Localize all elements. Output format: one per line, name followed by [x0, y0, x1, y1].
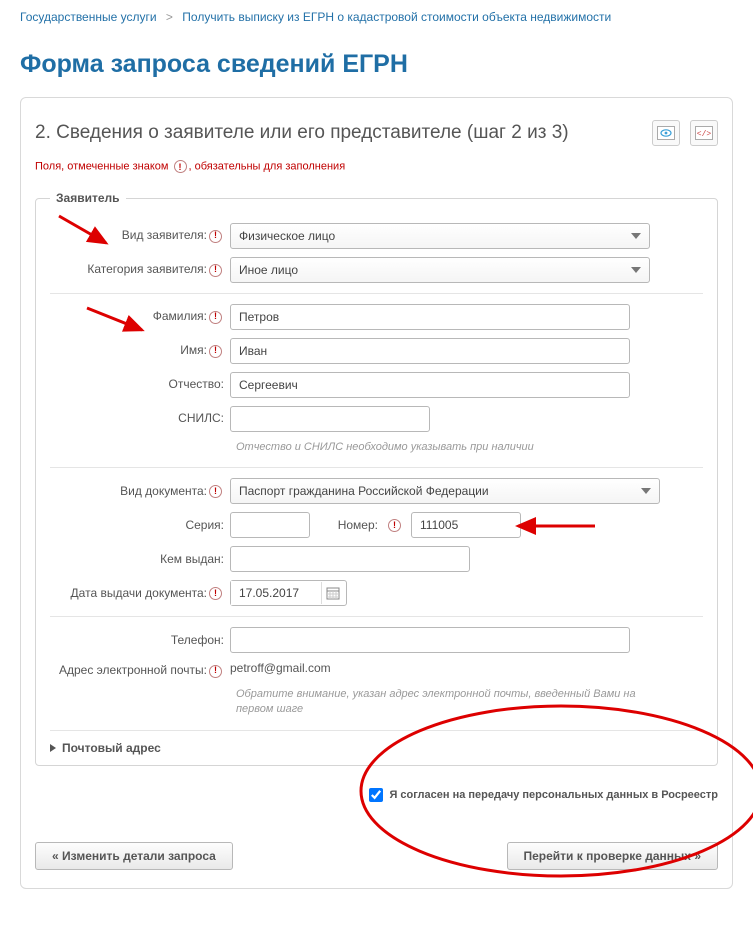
required-mark-icon: ! — [209, 264, 222, 277]
required-note-a: Поля, отмеченные знаком — [35, 160, 168, 172]
label-kind: Вид заявителя: — [122, 228, 207, 242]
breadcrumb-sep: > — [166, 10, 173, 24]
required-mark-icon: ! — [209, 311, 222, 324]
back-button-label: Изменить детали запроса — [62, 849, 216, 863]
required-note-b: , обязательны для заполнения — [189, 160, 346, 172]
label-issued-by: Кем выдан: — [160, 552, 224, 566]
label-issue-date: Дата выдачи документа: — [71, 586, 207, 600]
postal-address-expander[interactable]: Почтовый адрес — [50, 741, 703, 755]
form-card: 2. Сведения о заявителе или его представ… — [20, 97, 733, 889]
label-patronymic: Отчество: — [169, 377, 225, 391]
breadcrumb-current[interactable]: Получить выписку из ЕГРН о кадастровой с… — [182, 10, 611, 24]
divider — [50, 293, 703, 294]
fieldset-legend: Заявитель — [50, 191, 126, 205]
hint-patronymic-snils: Отчество и СНИЛС необходимо указывать пр… — [236, 440, 636, 455]
required-mark-icon: ! — [174, 160, 187, 173]
input-name[interactable] — [230, 338, 630, 364]
select-doc-kind[interactable]: Паспорт гражданина Российской Федерации — [230, 478, 660, 504]
input-issue-date-wrap — [230, 580, 347, 606]
input-surname[interactable] — [230, 304, 630, 330]
input-patronymic[interactable] — [230, 372, 630, 398]
hint-email: Обратите внимание, указан адрес электрон… — [236, 687, 636, 718]
input-phone[interactable] — [230, 627, 630, 653]
chevron-right-icon: » — [694, 849, 701, 863]
next-button-label: Перейти к проверке данных — [524, 849, 691, 863]
applicant-fieldset: Заявитель Вид заявителя:! Физическое лиц… — [35, 191, 718, 766]
next-button[interactable]: Перейти к проверке данных » — [507, 842, 719, 870]
required-mark-icon: ! — [388, 519, 401, 532]
svg-text:</>: </> — [697, 130, 712, 139]
required-mark-icon: ! — [209, 230, 222, 243]
label-email: Адрес электронной почты: — [59, 663, 207, 677]
email-value: petroff@gmail.com — [230, 661, 331, 675]
required-mark-icon: ! — [209, 665, 222, 678]
divider — [50, 616, 703, 617]
select-applicant-kind[interactable]: Физическое лицо — [230, 223, 650, 249]
input-issued-by[interactable] — [230, 546, 470, 572]
arrow-right-icon — [50, 744, 56, 752]
label-phone: Телефон: — [171, 633, 224, 647]
required-note: Поля, отмеченные знаком !, обязательны д… — [35, 160, 718, 173]
step-title: 2. Сведения о заявителе или его представ… — [35, 122, 569, 144]
back-button[interactable]: « Изменить детали запроса — [35, 842, 233, 870]
label-category: Категория заявителя: — [87, 262, 207, 276]
chevron-left-icon: « — [52, 849, 59, 863]
code-icon[interactable]: </> — [690, 120, 718, 146]
label-snils: СНИЛС: — [178, 411, 224, 425]
input-issue-date[interactable] — [231, 581, 321, 605]
label-name: Имя: — [180, 343, 207, 357]
consent-checkbox[interactable] — [369, 788, 383, 802]
breadcrumb-root[interactable]: Государственные услуги — [20, 10, 157, 24]
label-series: Серия: — [185, 518, 224, 532]
input-number[interactable] — [411, 512, 521, 538]
required-mark-icon: ! — [209, 485, 222, 498]
chevron-down-icon — [631, 267, 641, 273]
select-doc-kind-value: Паспорт гражданина Российской Федерации — [239, 484, 489, 498]
label-doc-kind: Вид документа: — [120, 484, 207, 498]
select-applicant-kind-value: Физическое лицо — [239, 229, 335, 243]
divider — [50, 730, 703, 731]
required-mark-icon: ! — [209, 345, 222, 358]
select-applicant-category[interactable]: Иное лицо — [230, 257, 650, 283]
label-surname: Фамилия: — [153, 309, 207, 323]
label-number: Номер: — [318, 518, 378, 532]
divider — [50, 467, 703, 468]
required-mark-icon: ! — [209, 587, 222, 600]
input-snils[interactable] — [230, 406, 430, 432]
chevron-down-icon — [641, 488, 651, 494]
chevron-down-icon — [631, 233, 641, 239]
select-applicant-category-value: Иное лицо — [239, 263, 298, 277]
postal-address-label: Почтовый адрес — [62, 741, 161, 755]
preview-icon[interactable] — [652, 120, 680, 146]
consent-label[interactable]: Я согласен на передачу персональных данн… — [389, 789, 718, 801]
page-title: Форма запроса сведений ЕГРН — [20, 50, 733, 79]
input-series[interactable] — [230, 512, 310, 538]
calendar-icon[interactable] — [321, 582, 343, 604]
breadcrumb: Государственные услуги > Получить выписк… — [20, 0, 733, 34]
